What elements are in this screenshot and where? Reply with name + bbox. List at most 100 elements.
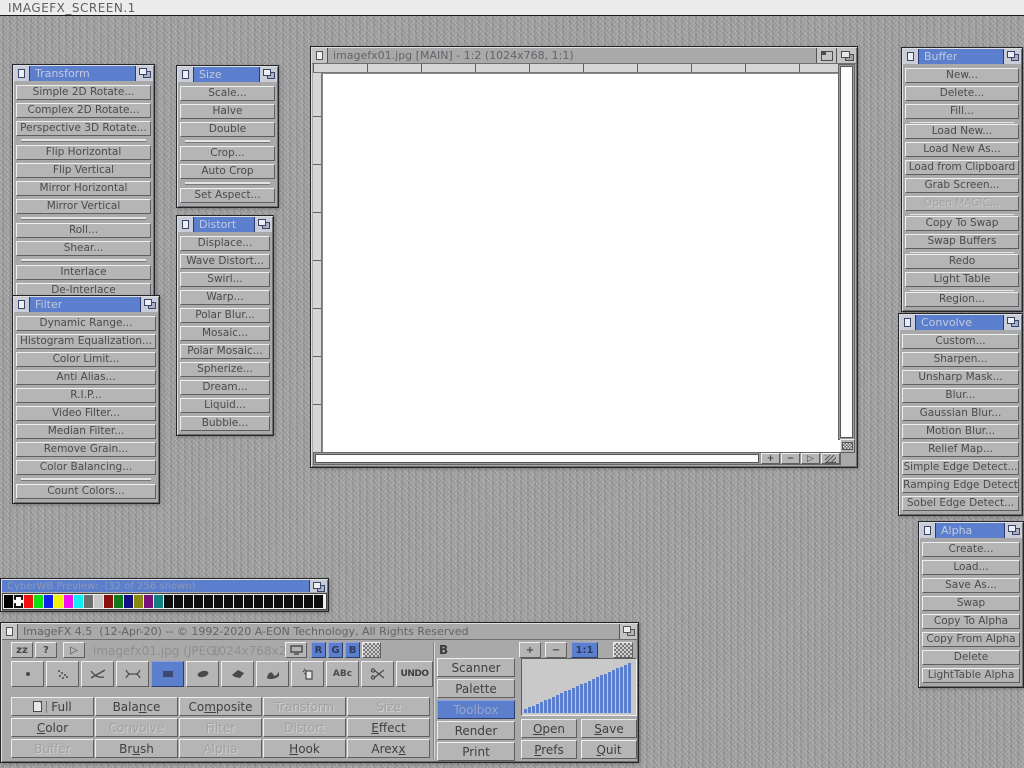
depth-gadget[interactable] <box>259 67 277 82</box>
close-gadget[interactable] <box>903 49 919 64</box>
scroll-options-button[interactable] <box>840 439 855 453</box>
color-swatch[interactable] <box>154 595 163 608</box>
freehand-tool-button[interactable] <box>256 661 289 687</box>
relief-map-button[interactable]: Relief Map... <box>902 442 1019 457</box>
balance-button[interactable]: Balance <box>95 697 178 716</box>
double-button[interactable]: Double <box>180 122 275 137</box>
color-button[interactable]: Color <box>11 718 94 737</box>
color-limit-button[interactable]: Color Limit... <box>16 352 156 367</box>
color-swatch[interactable] <box>314 595 323 608</box>
zoom-scale-button[interactable] <box>821 453 840 464</box>
undo-button[interactable]: UNDO <box>396 661 433 687</box>
load-from-clipboard-button[interactable]: Load from Clipboard <box>905 160 1019 175</box>
titlebar[interactable]: Convolve <box>900 315 1021 330</box>
sleep-button[interactable]: zz <box>11 642 33 658</box>
depth-gadget[interactable] <box>135 66 153 81</box>
interlace-button[interactable]: Interlace <box>16 265 151 280</box>
mirror-horizontal-button[interactable]: Mirror Horizontal <box>16 181 151 196</box>
mirror-vertical-button[interactable]: Mirror Vertical <box>16 199 151 214</box>
hook-button[interactable]: Hook <box>263 739 346 758</box>
load-new-button[interactable]: Load New... <box>905 124 1019 139</box>
depth-gadget[interactable] <box>836 48 856 63</box>
depth-gadget[interactable] <box>140 297 158 312</box>
zoom-in-button[interactable]: + <box>761 453 780 464</box>
help-button[interactable]: ? <box>35 642 57 658</box>
gaussian-blur-button[interactable]: Gaussian Blur... <box>902 406 1019 421</box>
g-button[interactable]: G <box>328 642 343 658</box>
play-macro-button[interactable]: ▷ <box>63 642 85 658</box>
close-gadget[interactable] <box>920 523 936 538</box>
airbrush-tool-button[interactable] <box>46 661 79 687</box>
count-colors-button[interactable]: Count Colors... <box>16 484 156 499</box>
titlebar[interactable]: Transform <box>14 66 153 81</box>
color-swatch[interactable] <box>74 595 83 608</box>
color-swatch[interactable] <box>134 595 143 608</box>
depth-gadget[interactable] <box>1003 315 1021 330</box>
pan-button[interactable]: ▷ <box>801 453 820 464</box>
zoom-in-button[interactable]: + <box>519 642 541 658</box>
color-swatch[interactable] <box>184 595 193 608</box>
color-swatch[interactable] <box>164 595 173 608</box>
spherize-button[interactable]: Spherize... <box>180 362 270 377</box>
swirl-button[interactable]: Swirl... <box>180 272 270 287</box>
color-swatch[interactable] <box>94 595 103 608</box>
zoom-ratio-button[interactable]: 1:1 <box>571 642 598 658</box>
wave-distort-button[interactable]: Wave Distort... <box>180 254 270 269</box>
color-swatch[interactable] <box>114 595 123 608</box>
flip-horizontal-button[interactable]: Flip Horizontal <box>16 145 151 160</box>
open-button[interactable]: Open <box>521 719 577 738</box>
depth-gadget[interactable] <box>619 624 637 639</box>
redo-button[interactable]: Redo <box>905 254 1019 269</box>
load-button[interactable]: Load... <box>922 560 1020 575</box>
vertical-scroll-thumb[interactable] <box>840 66 853 438</box>
color-swatch[interactable] <box>234 595 243 608</box>
displace-button[interactable]: Displace... <box>180 236 270 251</box>
depth-gadget[interactable] <box>309 580 327 592</box>
ellipse-tool-button[interactable] <box>186 661 219 687</box>
titlebar[interactable]: CyberWB Preview: (32 of 256 shown) <box>2 580 327 592</box>
box-tool-button[interactable] <box>151 661 184 687</box>
sharpen-button[interactable]: Sharpen... <box>902 352 1019 367</box>
close-gadget[interactable] <box>312 48 328 63</box>
titlebar[interactable]: Distort <box>178 217 272 232</box>
color-swatch[interactable] <box>174 595 183 608</box>
bubble-button[interactable]: Bubble... <box>180 416 270 431</box>
anti-alias-button[interactable]: Anti Alias... <box>16 370 156 385</box>
r-i-p-button[interactable]: R.I.P... <box>16 388 156 403</box>
delete-button[interactable]: Delete... <box>905 86 1019 101</box>
color-swatch[interactable] <box>244 595 253 608</box>
color-swatch[interactable] <box>254 595 263 608</box>
image-canvas[interactable] <box>322 73 841 453</box>
save-as-button[interactable]: Save As... <box>922 578 1020 593</box>
titlebar[interactable]: Buffer <box>903 49 1021 64</box>
color-swatch[interactable] <box>224 595 233 608</box>
titlebar[interactable]: Filter <box>14 297 158 312</box>
close-gadget[interactable] <box>2 624 18 639</box>
shear-button[interactable]: Shear... <box>16 241 151 256</box>
color-balancing-button[interactable]: Color Balancing... <box>16 460 156 475</box>
titlebar[interactable]: ImageFX 4.5 (12-Apr-20) -- © 1992-2020 A… <box>2 624 637 640</box>
color-swatch[interactable] <box>194 595 203 608</box>
color-swatch[interactable] <box>274 595 283 608</box>
composite-button[interactable]: Composite <box>179 697 262 716</box>
horizontal-scroll-thumb[interactable] <box>315 454 759 463</box>
blur-button[interactable]: Blur... <box>902 388 1019 403</box>
polar-mosaic-button[interactable]: Polar Mosaic... <box>180 344 270 359</box>
titlebar[interactable]: Alpha <box>920 523 1022 538</box>
color-swatch[interactable] <box>44 595 53 608</box>
copy-to-swap-button[interactable]: Copy To Swap <box>905 216 1019 231</box>
color-swatch[interactable] <box>4 595 13 608</box>
color-swatch[interactable] <box>294 595 303 608</box>
scanner-button[interactable]: Scanner <box>437 658 515 677</box>
median-filter-button[interactable]: Median Filter... <box>16 424 156 439</box>
auto-crop-button[interactable]: Auto Crop <box>180 164 275 179</box>
point-tool-button[interactable] <box>11 661 44 687</box>
save-button[interactable]: Save <box>581 719 637 738</box>
delete-button[interactable]: Delete <box>922 650 1020 665</box>
close-gadget[interactable] <box>14 297 30 312</box>
remove-grain-button[interactable]: Remove Grain... <box>16 442 156 457</box>
zoom-gadget[interactable] <box>816 48 836 63</box>
halve-button[interactable]: Halve <box>180 104 275 119</box>
color-swatch[interactable] <box>84 595 93 608</box>
unsharp-mask-button[interactable]: Unsharp Mask... <box>902 370 1019 385</box>
